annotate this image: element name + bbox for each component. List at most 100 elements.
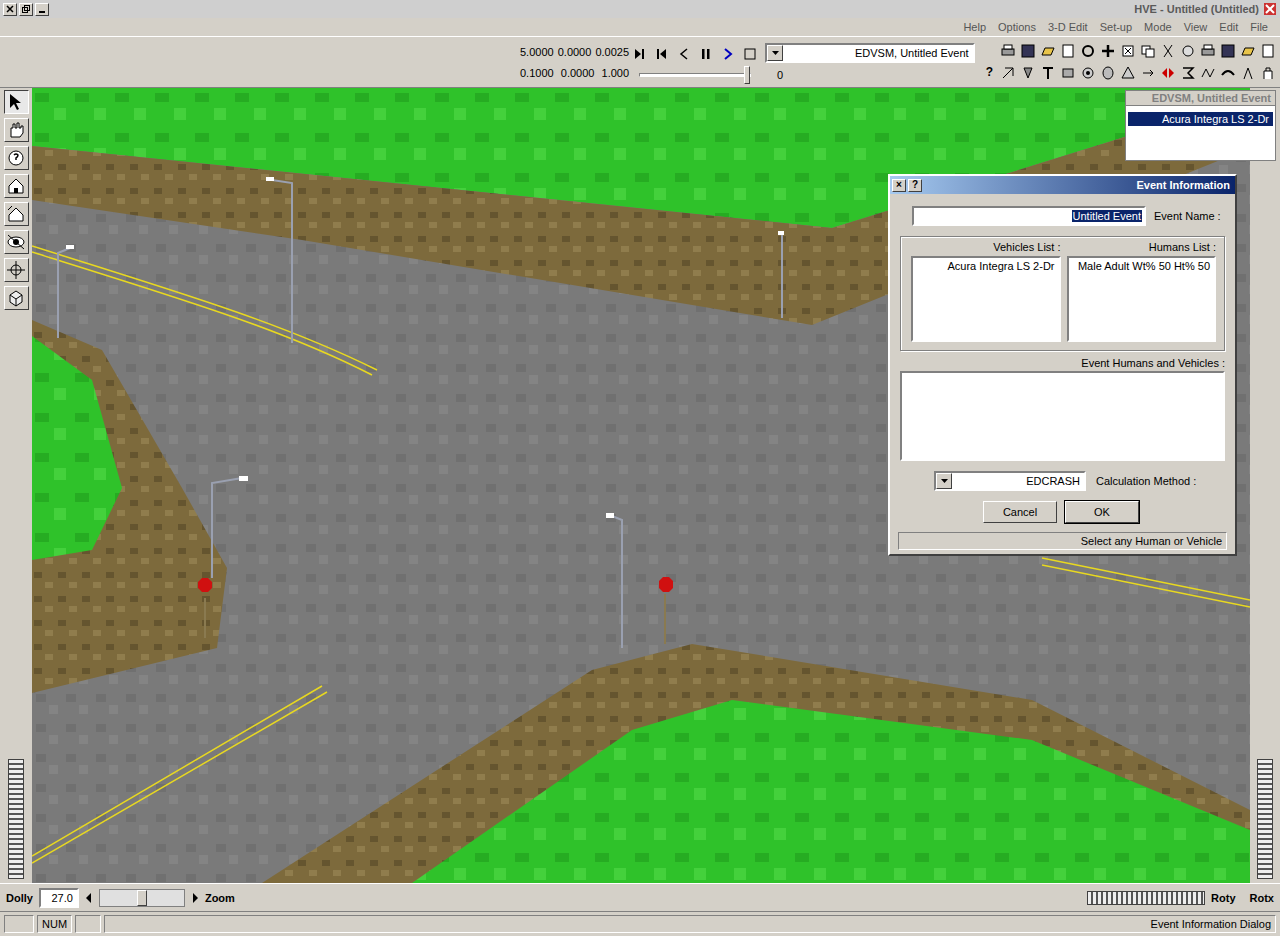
menu-item[interactable]: View <box>1178 20 1214 34</box>
dolly-value[interactable]: 27.0 <box>39 888 79 908</box>
pause-icon[interactable] <box>699 47 713 61</box>
view-tool-button[interactable] <box>4 118 29 142</box>
event-name-label: Event Name : <box>1154 210 1221 222</box>
toolbar-tool-icon[interactable] <box>1000 43 1016 59</box>
roty-dial[interactable] <box>1087 891 1205 905</box>
toolbar-tool-icon[interactable] <box>1120 65 1136 81</box>
close-button[interactable]: × <box>892 179 906 192</box>
play-icon[interactable] <box>721 47 735 61</box>
arrow-right-icon[interactable] <box>191 893 199 903</box>
time-value: 0.0025 <box>595 46 629 58</box>
toolbar-tool-icon[interactable] <box>1080 65 1096 81</box>
toolbar-tool-icon[interactable] <box>1180 43 1196 59</box>
toolbar-tool-icon[interactable] <box>1220 43 1236 59</box>
ok-button[interactable]: OK <box>1065 501 1139 523</box>
menu-item[interactable]: Options <box>992 20 1042 34</box>
event-selector: EDVSM, Untitled Event0 <box>761 37 979 87</box>
step-back-icon[interactable] <box>677 47 691 61</box>
help-button[interactable]: ? <box>908 179 922 192</box>
cancel-button[interactable]: Cancel <box>983 501 1057 523</box>
minimize-button[interactable] <box>35 3 49 16</box>
tree-item[interactable]: Acura Integra LS 2-Dr <box>1128 112 1273 126</box>
calc-method-value[interactable]: EDCRASH <box>952 473 1084 489</box>
toolbar-tool-icon[interactable] <box>1060 65 1076 81</box>
view-tool-button[interactable] <box>4 90 29 114</box>
time-slider[interactable] <box>639 73 751 77</box>
calc-method-combo[interactable]: EDCRASH <box>934 471 1086 491</box>
toolbar-tool-icon[interactable] <box>1060 43 1076 59</box>
humans-list[interactable]: Male Adult Wt% 50 Ht% 50 <box>1067 256 1217 342</box>
query-icon <box>6 148 26 168</box>
last-frame-icon[interactable] <box>633 47 647 61</box>
dolly-label: Dolly <box>6 892 33 904</box>
event-list[interactable] <box>900 371 1225 461</box>
toolbar-tool-icon[interactable] <box>1240 43 1256 59</box>
toolbar-tool-icon[interactable] <box>1080 43 1096 59</box>
event-name-input[interactable]: Untitled Event <box>912 206 1146 226</box>
toolbar-tool-icon[interactable] <box>1100 43 1116 59</box>
left-dial[interactable] <box>8 759 24 879</box>
time-settings: 5.00000.00000.00250.10000.00001.000 <box>520 37 629 87</box>
toolbar-tool-icon[interactable] <box>1180 65 1196 81</box>
help-button[interactable]: ? <box>983 65 996 81</box>
menu-item[interactable]: File <box>1244 20 1274 34</box>
title-button-glyph[interactable]: × <box>896 180 902 190</box>
event-name-value[interactable]: Untitled Event <box>1072 210 1142 222</box>
dropdown-button[interactable] <box>767 45 783 61</box>
stop-icon[interactable] <box>743 47 757 61</box>
view-tool-button[interactable] <box>4 286 29 310</box>
toolbar-tool-icon[interactable] <box>1100 65 1116 81</box>
view-tool-button[interactable] <box>4 258 29 282</box>
toolbar-tool-icon[interactable] <box>1020 65 1036 81</box>
toolbar-tool-icon[interactable] <box>1160 65 1176 81</box>
menu-item[interactable]: Edit <box>1213 20 1244 34</box>
playback-controls <box>629 37 761 87</box>
toolbar-tool-icon[interactable] <box>1200 65 1216 81</box>
tree-header[interactable]: EDVSM, Untitled Event <box>1126 91 1275 106</box>
view-tool-button[interactable] <box>4 202 29 226</box>
toolbar-tool-icon[interactable] <box>1220 65 1236 81</box>
event-combo-value[interactable]: EDVSM, Untitled Event <box>783 45 973 61</box>
toolbar-tool-icon[interactable] <box>1000 65 1016 81</box>
calc-method-row: EDCRASHCalculation Method : <box>890 461 1235 491</box>
right-dial[interactable] <box>1257 759 1273 879</box>
dropdown-button[interactable] <box>936 473 952 489</box>
menu-item[interactable]: Help <box>957 20 992 34</box>
toolbar-tool-icon[interactable] <box>1260 43 1276 59</box>
vehicles-list[interactable]: Acura Integra LS 2-Dr <box>911 256 1061 342</box>
object-view-icon <box>6 288 26 308</box>
zoom-thumb[interactable] <box>137 890 147 906</box>
slider-thumb[interactable] <box>744 66 750 84</box>
event-list-label: Event Humans and Vehicles : <box>890 351 1235 371</box>
toolbar-tool-icon[interactable] <box>1020 43 1036 59</box>
menu-item[interactable]: 3-D Edit <box>1042 20 1094 34</box>
toolbar-tool-icon[interactable] <box>1040 43 1056 59</box>
menu-item[interactable]: Mode <box>1138 20 1178 34</box>
dialog-title-buttons: ×? <box>892 179 922 192</box>
camera-view-icon <box>6 232 26 252</box>
toolbar-tool-icon[interactable] <box>1140 65 1156 81</box>
toolbar-tool-icon[interactable] <box>1240 65 1256 81</box>
toolbar-tool-icon[interactable] <box>1200 43 1216 59</box>
close-button[interactable] <box>3 3 17 16</box>
restore-button[interactable] <box>19 3 33 16</box>
first-frame-icon[interactable] <box>655 47 669 61</box>
event-name-row: Untitled Event Event Name : <box>890 194 1235 226</box>
time-value: 1.000 <box>602 67 630 79</box>
arrow-left-icon[interactable] <box>85 893 93 903</box>
view-tool-button[interactable] <box>4 174 29 198</box>
toolbar-tool-icon[interactable] <box>1140 43 1156 59</box>
title-button-glyph[interactable]: ? <box>912 180 918 190</box>
pointer-icon <box>6 92 26 112</box>
toolbar-tool-icon[interactable] <box>1120 43 1136 59</box>
menu-item[interactable]: Set-up <box>1094 20 1138 34</box>
toolbar-tool-icon[interactable] <box>1040 65 1056 81</box>
event-combo[interactable]: EDVSM, Untitled Event <box>765 43 975 63</box>
toolbar-tool-icon[interactable] <box>1160 43 1176 59</box>
list-item[interactable]: Acura Integra LS 2-Dr <box>917 260 1055 272</box>
zoom-slider[interactable] <box>99 889 185 907</box>
view-tool-button[interactable] <box>4 230 29 254</box>
view-tool-button[interactable] <box>4 146 29 170</box>
hand-tool-icon[interactable] <box>1260 65 1276 81</box>
list-item[interactable]: Male Adult Wt% 50 Ht% 50 <box>1073 260 1211 272</box>
